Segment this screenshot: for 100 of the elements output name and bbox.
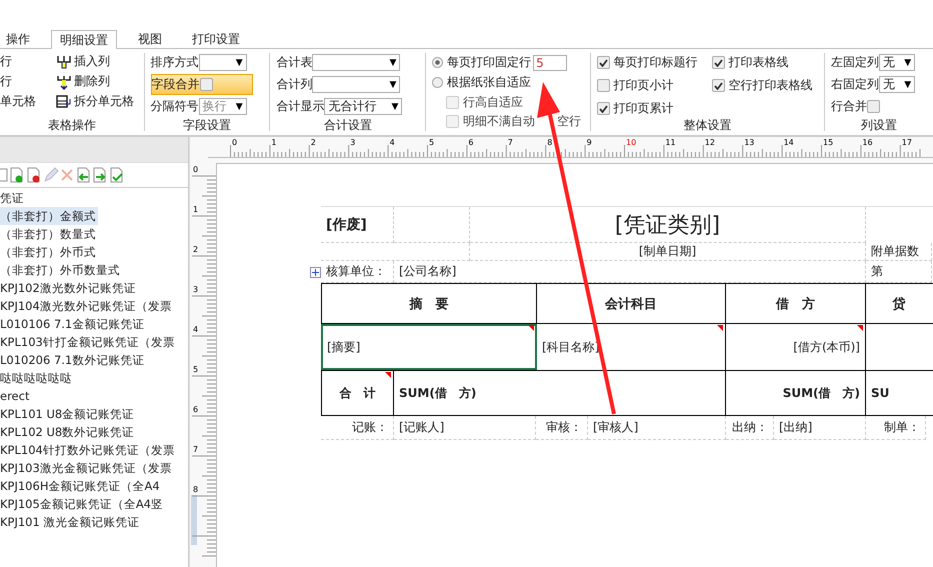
ruler-number: 8 xyxy=(193,485,198,494)
option-label: 打印页累计 xyxy=(614,100,674,117)
ruler-number: 1 xyxy=(193,205,198,214)
template-item[interactable]: KPJ101 激光金额记账凭证 xyxy=(0,513,142,531)
option-label: 每页打印标题行 xyxy=(614,54,698,71)
sum-display-dropdown[interactable]: 无合计行 ▼ xyxy=(324,98,402,115)
template-item[interactable]: （非套打）金额式 xyxy=(0,207,98,225)
checkmark-icon xyxy=(598,104,608,112)
template-item[interactable]: erect xyxy=(0,387,32,405)
template-item[interactable]: KPJ106H金额记账凭证（全A4 xyxy=(0,477,162,495)
checkbox[interactable] xyxy=(596,102,610,115)
export-icon[interactable] xyxy=(92,167,108,183)
checkbox[interactable] xyxy=(596,79,610,92)
template-item[interactable]: KPL101 U8金额记账凭证 xyxy=(0,405,136,423)
template-item[interactable]: （非套打）外币式 xyxy=(0,243,98,261)
scrollbar-thumb[interactable] xyxy=(191,495,197,545)
ribbon-tab[interactable]: 打印设置 xyxy=(183,30,249,48)
ruler-number: 8 xyxy=(547,138,552,147)
template-item[interactable]: 凭证 xyxy=(0,189,26,207)
template-item[interactable]: 哒哒哒哒哒哒 xyxy=(0,369,74,387)
import-icon[interactable] xyxy=(75,167,91,183)
field-label: 行合并 xyxy=(831,98,868,115)
ruler-number: 3 xyxy=(193,285,198,294)
radio-button[interactable] xyxy=(432,57,444,68)
column-header: 贷 xyxy=(892,296,906,314)
close-icon[interactable] xyxy=(60,168,74,182)
ruler-number: 10 xyxy=(626,138,636,147)
field-label: 合计表 xyxy=(276,54,312,71)
comment-marker-icon xyxy=(857,325,863,331)
template-item[interactable]: KPL103针打金额记账凭证（发票 xyxy=(0,333,177,351)
template-item[interactable]: L010106 7.1金额记账凭证 xyxy=(0,315,146,333)
ribbon-button[interactable]: 删除列 xyxy=(56,73,134,90)
ribbon-button[interactable]: 单元格 xyxy=(0,93,36,110)
signature-label: 审核： xyxy=(536,416,588,440)
column-header: 会计科目 xyxy=(537,284,726,323)
ruler-number: 0 xyxy=(193,165,198,174)
ruler-number: 1 xyxy=(271,138,276,147)
left-fixed-dropdown[interactable]: 无 ▼ xyxy=(879,54,916,71)
detail-cell[interactable]: [借方(本币)] xyxy=(726,324,866,370)
column-header: 摘 要 xyxy=(321,284,537,323)
ruler-number: 7 xyxy=(508,138,513,147)
field-label: 排序方式 xyxy=(150,54,199,71)
ruler-number: 16 xyxy=(862,138,873,147)
radio-button[interactable] xyxy=(432,77,444,88)
rows-input-field[interactable]: 5 xyxy=(533,54,568,70)
total-cell-text: SU xyxy=(870,385,890,402)
signature-label: 制单： xyxy=(866,416,926,440)
checkbox[interactable] xyxy=(200,78,213,91)
ruler-number: 2 xyxy=(310,138,316,147)
ruler-number: 5 xyxy=(193,365,198,374)
field-label: 合计显示 xyxy=(276,98,324,115)
ruler-number: 7 xyxy=(193,445,198,454)
total-cell: SUM(借 方) xyxy=(726,371,866,415)
ribbon-button[interactable]: 拆分单元格 xyxy=(56,93,134,110)
ruler-number: 15 xyxy=(823,138,834,147)
template-item[interactable]: KPJ102激光数外记账凭证 xyxy=(0,279,138,297)
template-item[interactable]: KPL102 U8数外记账凭证 xyxy=(0,423,136,441)
option-label: 根据纸张自适应 xyxy=(447,74,532,91)
checkbox[interactable] xyxy=(712,79,725,92)
ribbon-tab[interactable]: 明细设置 xyxy=(51,30,117,49)
split-cell-icon xyxy=(56,94,72,110)
checkbox[interactable] xyxy=(712,56,725,69)
template-item[interactable]: （非套打）数量式 xyxy=(0,225,98,243)
option-label: 明细不满自动 xyxy=(463,112,536,130)
group-label: 字段设置 xyxy=(182,117,232,134)
column-header: 借 方 xyxy=(726,284,866,323)
ruler-number: 6 xyxy=(193,405,198,414)
ribbon-button[interactable]: 行 xyxy=(0,73,36,90)
template-item[interactable]: （非套打）外币数量式 xyxy=(0,261,122,279)
sort-dropdown[interactable]: ▼ xyxy=(198,54,247,71)
template-item[interactable]: KPJ103激光金额记账凭证（发票 xyxy=(0,459,174,477)
template-item[interactable]: L010206 7.1数外记账凭证 xyxy=(0,351,146,369)
checkbox[interactable] xyxy=(867,100,880,113)
document-icon[interactable] xyxy=(0,168,8,182)
ruler-number: 17 xyxy=(902,138,912,147)
delete-column-icon xyxy=(56,74,72,90)
ribbon-tab[interactable]: 视图 xyxy=(129,30,171,48)
template-item[interactable]: KPL104针打数外记账凭证（发票 xyxy=(0,441,177,459)
document-delete-icon[interactable] xyxy=(26,167,42,183)
template-item[interactable]: KPJ104激光数外记账凭证（发票 xyxy=(0,297,174,315)
ruler-number: 12 xyxy=(704,138,715,147)
ribbon-tab[interactable]: 操作 xyxy=(0,30,39,48)
signature-label: 记账： xyxy=(321,416,394,440)
ruler-number: 0 xyxy=(232,138,238,147)
sum-column-dropdown[interactable]: ▼ xyxy=(312,76,400,93)
move-handle-icon[interactable] xyxy=(310,267,321,278)
detail-cell[interactable]: [摘要] xyxy=(321,324,537,370)
ribbon-button[interactable]: 行 xyxy=(0,53,36,70)
document-check-icon[interactable] xyxy=(109,167,125,183)
right-fixed-dropdown[interactable]: 无 ▼ xyxy=(879,76,916,93)
date-field: [制单日期] xyxy=(470,243,866,261)
option-label: 行高自适应 xyxy=(463,94,524,110)
voucher-title: [凭证类别] xyxy=(470,207,866,243)
ruler-number: 5 xyxy=(429,138,434,147)
ribbon-button[interactable]: 插入列 xyxy=(56,53,134,70)
group-label: 表格操作 xyxy=(46,117,97,134)
comment-marker-icon xyxy=(717,325,723,331)
template-item[interactable]: KPJ105金额记账凭证（全A4竖 xyxy=(0,495,166,513)
sum-table-dropdown[interactable]: ▼ xyxy=(312,54,400,71)
checkbox[interactable] xyxy=(596,56,610,69)
